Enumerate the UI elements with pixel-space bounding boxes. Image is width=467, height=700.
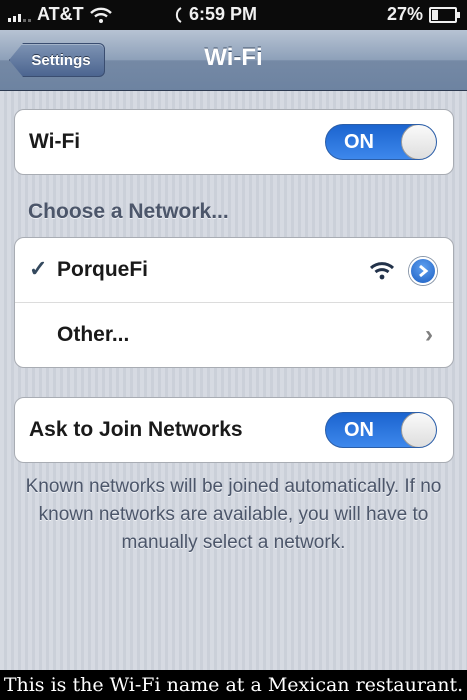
network-item-other[interactable]: Other... › [15,302,453,367]
battery-icon [429,6,460,23]
other-network-label: Other... [57,323,130,346]
carrier-area: AT&T [8,4,112,25]
wifi-toggle-state: ON [344,131,374,153]
status-bar: AT&T 6:59 PM 27% [0,0,467,30]
wifi-signal-icon [369,262,395,280]
network-detail-disclosure-icon[interactable] [409,257,437,285]
chevron-right-icon: › [425,321,433,348]
battery-area: 27% [386,4,460,25]
ask-join-description: Known networks will be joined automatica… [25,476,442,553]
time-text: 6:59 PM [189,4,258,24]
status-time: 6:59 PM [173,4,257,25]
wifi-status-icon [89,7,112,23]
location-arc-icon [175,6,182,23]
wifi-toggle-group: Wi-Fi ON [14,109,454,175]
wifi-toggle-label: Wi-Fi [29,130,81,153]
wifi-toggle-cell: Wi-Fi ON [15,110,453,174]
battery-percent: 27% [386,4,423,24]
ask-join-label: Ask to Join Networks [29,418,243,441]
carrier-name: AT&T [37,4,84,24]
network-item-porquefi[interactable]: ✓ PorqueFi [15,238,453,302]
page-title: Wi-Fi [204,44,263,71]
ask-join-toggle-state: ON [344,419,374,441]
pinstripe-background [0,90,467,670]
toggle-knob [401,125,436,159]
toggle-knob [401,413,436,447]
network-list: ✓ PorqueFi Other... › [14,237,454,368]
navigation-bar: Settings Wi-Fi [0,30,467,91]
checkmark-icon: ✓ [29,256,48,281]
ask-join-cell: Ask to Join Networks ON [15,398,453,462]
signal-strength-icon [8,8,31,22]
choose-network-header: Choose a Network... [28,200,229,223]
ask-join-toggle-switch[interactable]: ON [325,412,437,448]
ask-join-group: Ask to Join Networks ON [14,397,454,463]
image-caption: This is the Wi-Fi name at a Mexican rest… [0,670,467,700]
network-name: PorqueFi [57,258,149,281]
wifi-toggle-switch[interactable]: ON [325,124,437,160]
